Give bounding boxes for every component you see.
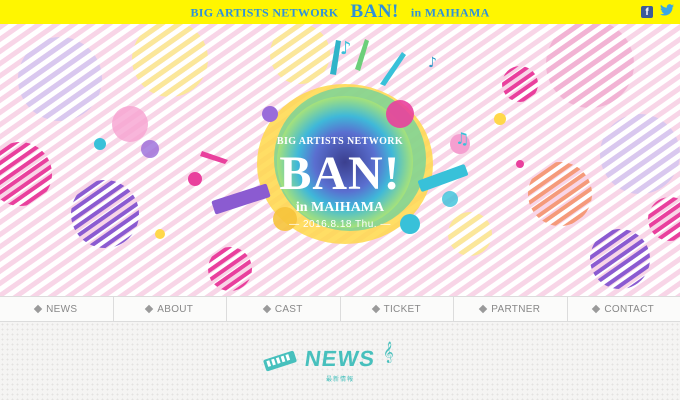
keyboard-icon: [263, 350, 297, 372]
nav-item-news[interactable]: NEWS: [0, 297, 114, 321]
diamond-icon: [262, 304, 272, 314]
nav-item-partner[interactable]: PARTNER: [454, 297, 568, 321]
svg-text:♪: ♪: [340, 38, 352, 59]
diamond-icon: [592, 304, 601, 314]
nav-item-about[interactable]: ABOUT: [114, 297, 227, 321]
news-subtitle: 最新情報: [325, 377, 354, 383]
news-section-header: NEWS 最新情報: [0, 344, 680, 384]
hero-banner: ♪ ♫ ♪ BIG ARTISTS NETWORK BAN! in MAIHAM…: [0, 24, 680, 296]
site-title[interactable]: BIG ARTISTS NETWORK BAN! in MAIHAMA: [0, 0, 680, 24]
svg-text:♪: ♪: [428, 55, 437, 71]
site-title-main: BAN!: [350, 1, 399, 23]
nav-item-contact[interactable]: CONTACT: [568, 297, 680, 321]
diamond-icon: [145, 304, 154, 314]
nav-label: CONTACT: [604, 303, 655, 315]
main-nav: NEWS ABOUT CAST TICKET PARTNER CONTACT: [0, 296, 680, 322]
hero-artwork: ♪ ♫ ♪: [0, 24, 680, 296]
nav-label: PARTNER: [491, 303, 541, 315]
svg-text:♫: ♫: [455, 129, 469, 148]
diamond-icon: [371, 304, 380, 314]
news-title: NEWS: [303, 346, 377, 371]
nav-label: NEWS: [46, 303, 78, 315]
twitter-icon[interactable]: [660, 4, 674, 18]
site-title-right: in MAIHAMA: [410, 5, 490, 20]
facebook-icon[interactable]: f: [641, 6, 653, 18]
diamond-icon: [479, 304, 488, 314]
site-title-left: BIG ARTISTS NETWORK: [190, 5, 339, 20]
nav-label: ABOUT: [157, 303, 194, 315]
top-bar: BIG ARTISTS NETWORK BAN! in MAIHAMA f: [0, 0, 680, 24]
treble-clef-icon: 𝄞: [383, 342, 394, 362]
nav-item-cast[interactable]: CAST: [227, 297, 341, 321]
nav-label: CAST: [274, 303, 303, 315]
nav-item-ticket[interactable]: TICKET: [341, 297, 454, 321]
diamond-icon: [33, 304, 43, 314]
nav-label: TICKET: [383, 303, 421, 315]
